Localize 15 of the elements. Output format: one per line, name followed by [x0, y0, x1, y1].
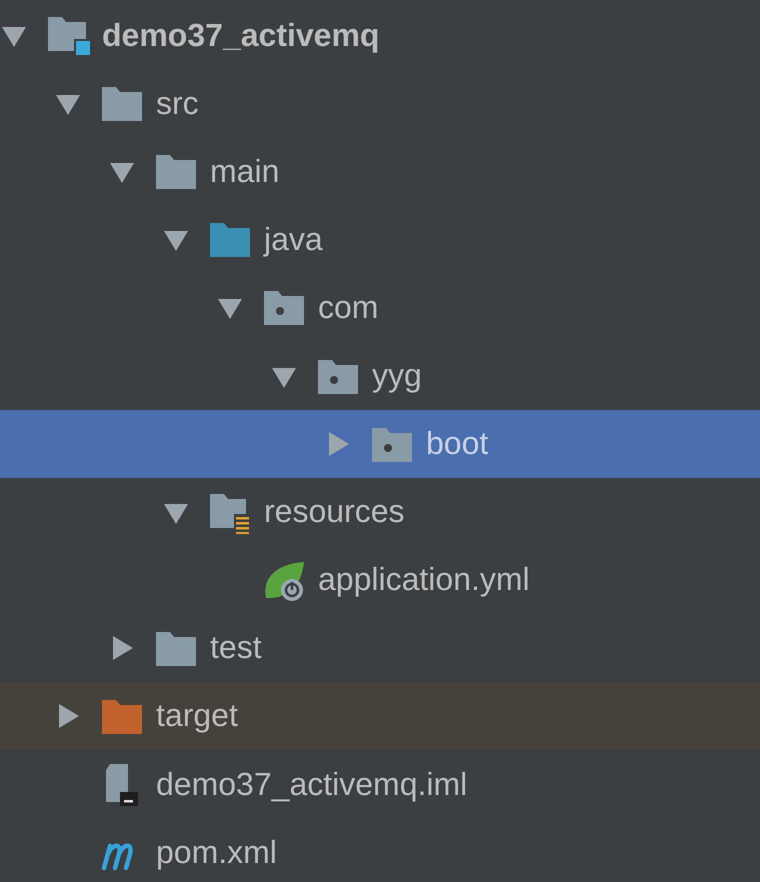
- tree-item-label[interactable]: target: [156, 697, 238, 734]
- tree-item-label[interactable]: demo37_activemq.iml: [156, 766, 468, 803]
- tree-row[interactable]: boot: [0, 410, 760, 478]
- tree-item-label[interactable]: yyg: [372, 357, 422, 394]
- tree-row[interactable]: target: [0, 682, 760, 750]
- tree-item-label[interactable]: application.yml: [318, 561, 530, 598]
- tree-item-label[interactable]: test: [210, 629, 262, 666]
- tree-item-label[interactable]: main: [210, 152, 280, 190]
- tree-item-label[interactable]: pom.xml: [156, 834, 277, 871]
- tree-item-label[interactable]: com: [318, 288, 378, 326]
- tree-item-label[interactable]: src: [156, 84, 199, 122]
- tree-item-label[interactable]: boot: [426, 425, 488, 462]
- tree-item-label[interactable]: java: [264, 220, 323, 258]
- tree-item-label[interactable]: resources: [264, 493, 404, 530]
- tree-item-label[interactable]: demo37_activemq: [102, 16, 380, 54]
